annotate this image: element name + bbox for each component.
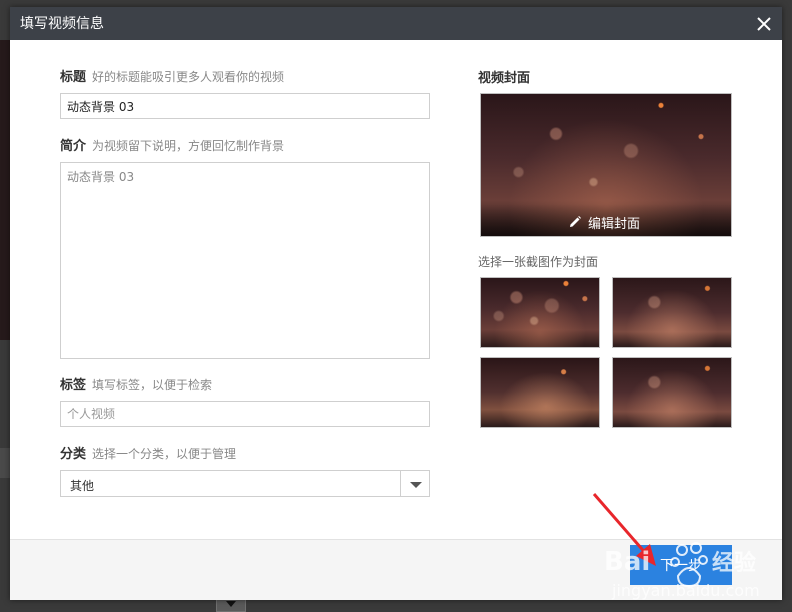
annotation-arrow-icon: [592, 493, 656, 566]
category-select[interactable]: 其他: [60, 470, 430, 497]
background-caret-icon: [226, 601, 236, 607]
description-hint: 为视频留下说明，方便回忆制作背景: [92, 139, 285, 153]
thumbnail-image: [613, 278, 731, 347]
category-dropdown-toggle[interactable]: [400, 471, 429, 496]
cover-thumbnail[interactable]: [612, 357, 732, 428]
thumbnail-image: [481, 358, 599, 427]
close-icon: [757, 17, 771, 31]
chevron-down-icon: [410, 482, 422, 488]
category-label-text: 分类: [60, 447, 87, 462]
description-label-text: 简介: [60, 139, 87, 154]
cover-thumbnail[interactable]: [612, 277, 732, 348]
edit-cover-button[interactable]: 编辑封面: [568, 214, 640, 232]
dialog-title: 填写视频信息: [20, 16, 104, 32]
category-hint: 选择一个分类，以便于管理: [92, 447, 237, 461]
category-label: 分类 选择一个分类，以便于管理: [60, 446, 236, 463]
dialog-header: 填写视频信息: [10, 7, 782, 40]
title-input[interactable]: [60, 93, 430, 119]
description-textarea[interactable]: [60, 162, 430, 359]
tags-label-text: 标签: [60, 378, 87, 393]
cover-thumbnail[interactable]: [480, 357, 600, 428]
description-label: 简介 为视频留下说明，方便回忆制作背景: [60, 138, 284, 155]
tags-hint: 填写标签，以便于检索: [92, 378, 213, 392]
cover-preview[interactable]: 编辑封面: [480, 93, 732, 237]
background-video-strip: [0, 40, 10, 340]
thumbnail-image: [481, 278, 599, 347]
tags-label: 标签 填写标签，以便于检索: [60, 377, 212, 394]
thumbnail-image: [613, 358, 731, 427]
close-button[interactable]: [755, 15, 773, 33]
pick-cover-hint: 选择一张截图作为封面: [478, 255, 599, 269]
edit-cover-label: 编辑封面: [588, 217, 641, 232]
cover-thumbnail[interactable]: [480, 277, 600, 348]
pencil-icon: [570, 216, 581, 227]
title-hint: 好的标题能吸引更多人观看你的视频: [92, 70, 285, 84]
title-label-text: 标题: [60, 70, 87, 85]
title-label: 标题 好的标题能吸引更多人观看你的视频: [60, 69, 284, 86]
cover-title: 视频封面: [478, 71, 531, 86]
tags-input[interactable]: [60, 401, 430, 427]
category-selected-value: 其他: [70, 479, 95, 493]
